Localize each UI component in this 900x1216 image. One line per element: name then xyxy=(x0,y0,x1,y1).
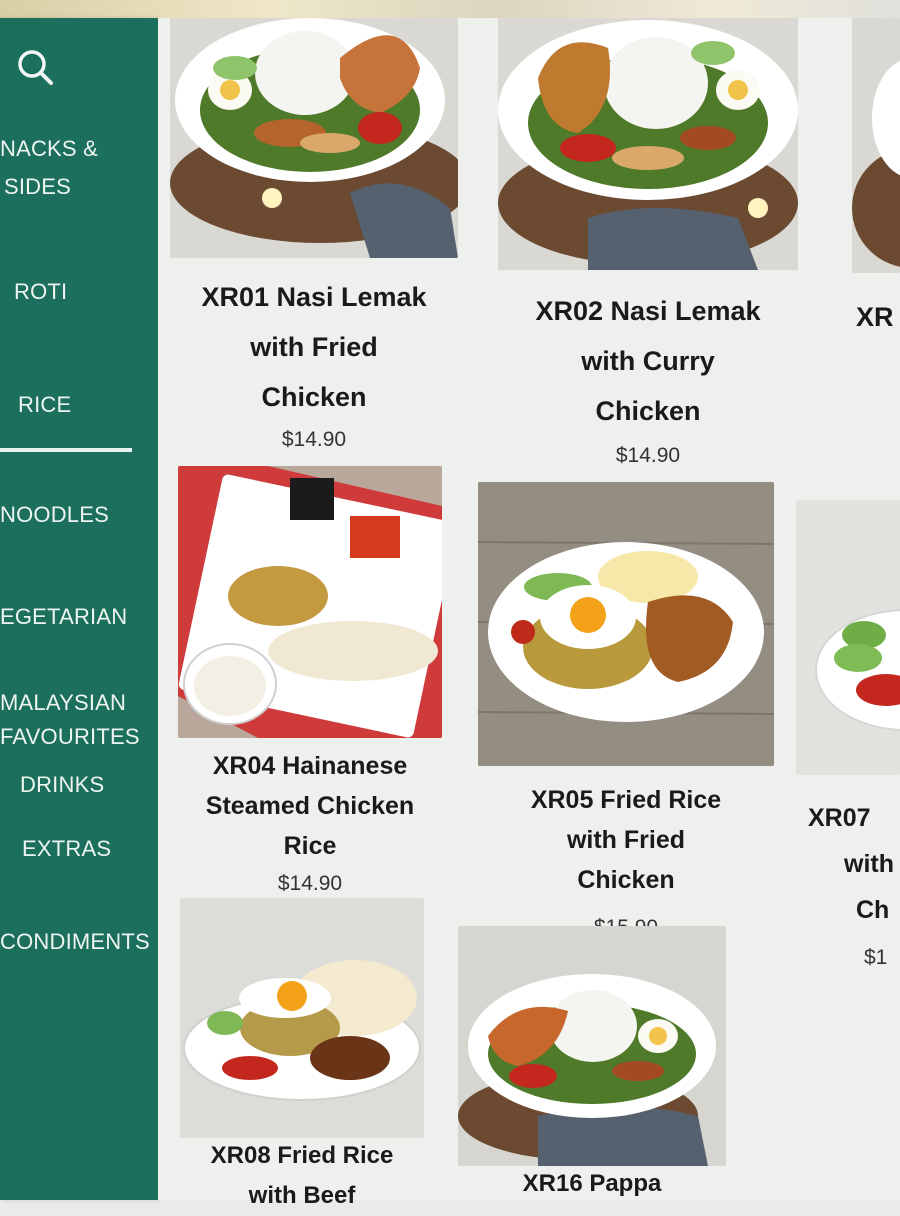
dish-name-line: Chicken xyxy=(577,866,675,894)
dish-price: $14.90 xyxy=(281,428,347,451)
dish-name-line: XR16 Pappa xyxy=(522,1170,662,1197)
dish-name-line: XR01 Nasi Lemak xyxy=(201,282,427,312)
nav-label: ROTI xyxy=(14,279,68,304)
dish-photo xyxy=(458,926,726,1166)
nav-vegetarian[interactable]: EGETARIAN xyxy=(0,598,127,636)
nav-malaysian-favourites[interactable]: MALAYSIAN FAVOURITES xyxy=(0,686,140,754)
nav-condiments[interactable]: CONDIMENTS xyxy=(0,923,150,961)
dish-name: XR xyxy=(856,292,900,342)
search-icon xyxy=(18,50,53,85)
dish-name: XR02 Nasi Lemak with Curry Chicken xyxy=(498,286,798,436)
dish-name-line: XR05 Fried Rice xyxy=(530,786,722,814)
menu-card-xr02[interactable]: XR02 Nasi Lemak with Curry Chicken $14.9… xyxy=(498,18,808,478)
dish-name-line: XR07 xyxy=(808,804,871,832)
dish-name-line: with Beef xyxy=(248,1182,356,1209)
menu-card-xr07-partial[interactable]: XR07 with Ch $1 xyxy=(796,500,900,970)
dish-name: XR07 with Ch xyxy=(808,795,900,933)
nav-drinks[interactable]: DRINKS xyxy=(20,766,104,804)
dish-photo xyxy=(178,466,442,738)
dish-name-line: XR xyxy=(856,302,894,332)
nav-snacks-sides[interactable]: NACKS & SIDES xyxy=(0,130,98,206)
nav-label: MALAYSIAN xyxy=(0,690,127,715)
nav-roti[interactable]: ROTI xyxy=(14,273,67,311)
dish-name: XR01 Nasi Lemak with Fried Chicken xyxy=(170,272,458,422)
dish-name: XR05 Fried Rice with Fried Chicken xyxy=(478,780,774,900)
dish-photo xyxy=(170,18,458,258)
dish-price: $1 xyxy=(864,946,888,969)
dish-name-line: XR08 Fried Rice xyxy=(210,1142,394,1169)
dish-name: XR04 Hainanese Steamed Chicken Rice xyxy=(178,746,442,866)
nav-label: FAVOURITES xyxy=(0,724,140,749)
dish-name-line: Ch xyxy=(856,896,890,924)
dish-name-line: with Fried xyxy=(566,826,686,854)
nav-label: RICE xyxy=(18,392,72,417)
dish-photo xyxy=(478,482,774,766)
dish-name-line: Chicken xyxy=(595,396,701,426)
nav-extras[interactable]: EXTRAS xyxy=(22,830,111,868)
dish-name-line: with xyxy=(844,850,894,878)
menu-card-xr16[interactable]: XR16 Pappa xyxy=(458,926,730,1200)
nav-label: DRINKS xyxy=(20,772,105,797)
dish-name-line: Chicken xyxy=(261,382,367,412)
dish-name-line: Rice xyxy=(283,832,337,860)
nav-label: NACKS & xyxy=(0,136,98,161)
dish-name-line: with Curry xyxy=(581,346,715,376)
nav-noodles[interactable]: NOODLES xyxy=(0,496,109,534)
dish-name: XR08 Fried Rice with Beef xyxy=(180,1136,424,1216)
nav-label: CONDIMENTS xyxy=(0,929,150,954)
dish-photo xyxy=(796,500,900,775)
nav-label: NOODLES xyxy=(0,502,109,527)
dish-price: $14.90 xyxy=(277,872,343,895)
menu-card-xr01[interactable]: XR01 Nasi Lemak with Fried Chicken $14.9… xyxy=(170,18,458,468)
dish-photo xyxy=(180,898,424,1138)
dish-name-line: with Fried xyxy=(250,332,378,362)
dish-name-line: XR04 Hainanese xyxy=(212,752,408,780)
menu-card-xr03-partial[interactable]: XR xyxy=(852,18,900,348)
dish-photo xyxy=(498,18,798,270)
nav-label: EXTRAS xyxy=(22,836,112,861)
dish-price: $14.90 xyxy=(615,444,681,467)
nav-label: EGETARIAN xyxy=(0,604,128,629)
active-category-indicator xyxy=(0,448,132,452)
dish-photo xyxy=(852,18,900,273)
search-button[interactable] xyxy=(14,46,56,88)
menu-grid: XR01 Nasi Lemak with Fried Chicken $14.9… xyxy=(158,18,900,1209)
dish-name-line: XR02 Nasi Lemak xyxy=(535,296,761,326)
dish-name: XR16 Pappa xyxy=(458,1164,726,1204)
dish-name-line: Steamed Chicken xyxy=(205,792,415,820)
menu-card-xr08[interactable]: XR08 Fried Rice with Beef xyxy=(180,898,430,1209)
nav-rice[interactable]: RICE xyxy=(18,386,71,424)
nav-label: SIDES xyxy=(4,174,72,199)
category-sidebar: NACKS & SIDES ROTI RICE NOODLES EGETARIA… xyxy=(0,18,158,1200)
menu-card-xr04[interactable]: XR04 Hainanese Steamed Chicken Rice $14.… xyxy=(178,466,448,906)
menu-card-xr05[interactable]: XR05 Fried Rice with Fried Chicken $15.9… xyxy=(478,482,778,942)
